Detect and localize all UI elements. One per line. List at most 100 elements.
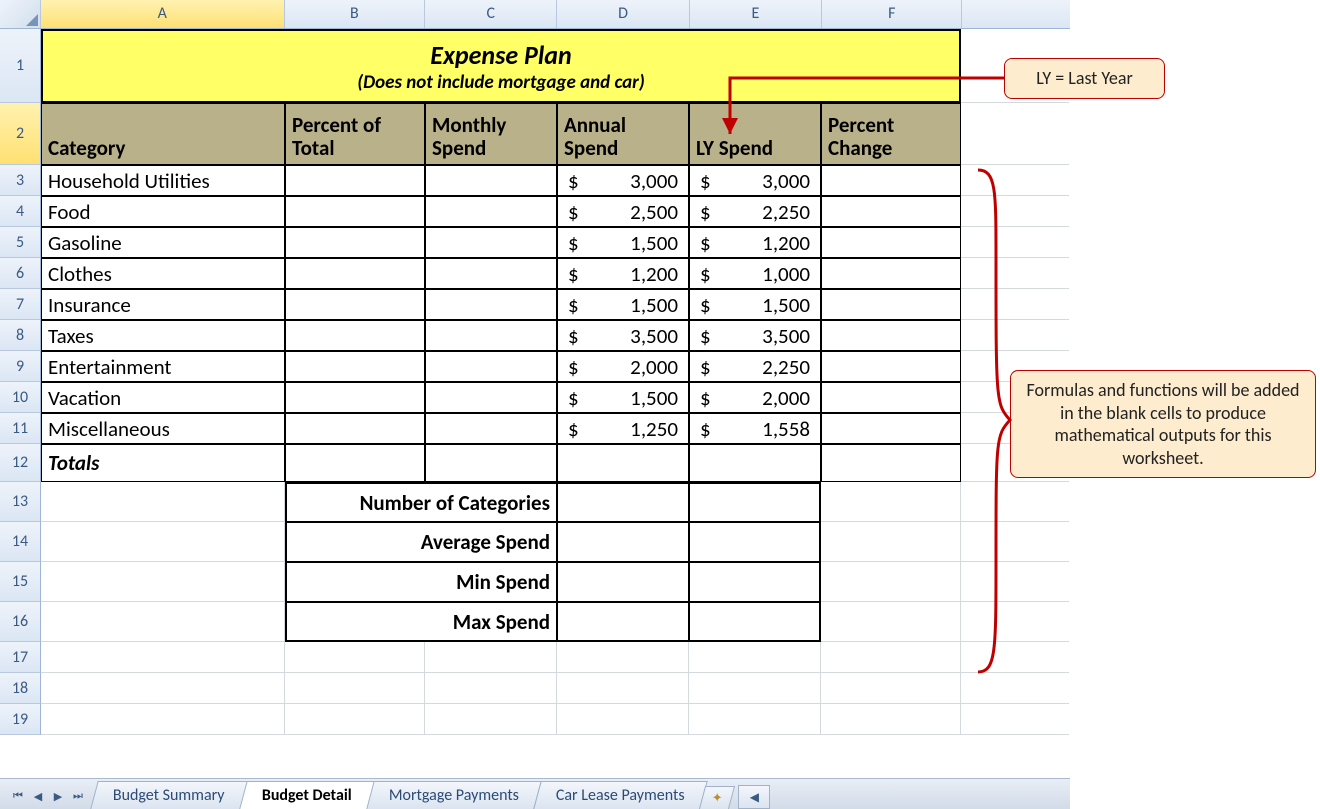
row-header-2[interactable]: 2 bbox=[0, 103, 41, 165]
row-header-10[interactable]: 10 bbox=[0, 382, 41, 413]
cell-F13[interactable] bbox=[821, 482, 961, 522]
cell-ly-spend[interactable]: $1,200 bbox=[689, 227, 821, 258]
cell-E18[interactable] bbox=[689, 673, 821, 704]
cell-C18[interactable] bbox=[425, 673, 557, 704]
cell-C17[interactable] bbox=[425, 642, 557, 673]
tab-nav-last-icon[interactable]: ⏭ bbox=[70, 788, 86, 804]
cell-annual-spend[interactable]: $3,500 bbox=[557, 320, 689, 351]
cell-monthly-spend[interactable] bbox=[425, 413, 557, 444]
hdr-ly-spend[interactable]: LY Spend bbox=[689, 103, 821, 165]
cell-annual-spend[interactable]: $3,000 bbox=[557, 165, 689, 196]
cell-F18[interactable] bbox=[821, 673, 961, 704]
cell-A15[interactable] bbox=[41, 562, 285, 602]
cell-percent-change[interactable] bbox=[821, 196, 961, 227]
cell-G14[interactable] bbox=[961, 522, 1069, 562]
hdr-monthly-spend[interactable]: Monthly Spend bbox=[425, 103, 557, 165]
cell-percent-change[interactable] bbox=[821, 413, 961, 444]
hdr-percent-of-total[interactable]: Percent of Total bbox=[285, 103, 425, 165]
cell-A16[interactable] bbox=[41, 602, 285, 642]
cell-category[interactable]: Vacation bbox=[41, 382, 285, 413]
select-all-corner[interactable] bbox=[0, 0, 41, 28]
hdr-annual-spend[interactable]: Annual Spend bbox=[557, 103, 689, 165]
cell-monthly-spend[interactable] bbox=[425, 227, 557, 258]
cell-ly-spend[interactable]: $1,000 bbox=[689, 258, 821, 289]
cell-annual-spend[interactable]: $1,250 bbox=[557, 413, 689, 444]
cell-G13[interactable] bbox=[961, 482, 1069, 522]
cell-G4[interactable] bbox=[961, 196, 1069, 227]
cell-monthly-spend[interactable] bbox=[425, 289, 557, 320]
col-header-B[interactable]: B bbox=[285, 0, 425, 28]
cell-A19[interactable] bbox=[41, 704, 285, 735]
cell-G17[interactable] bbox=[961, 642, 1069, 673]
row-header-1[interactable]: 1 bbox=[0, 29, 41, 103]
cell-category[interactable]: Insurance bbox=[41, 289, 285, 320]
cell-A18[interactable] bbox=[41, 673, 285, 704]
col-header-E[interactable]: E bbox=[690, 0, 822, 28]
cell-annual-spend[interactable]: $1,500 bbox=[557, 382, 689, 413]
totals-B[interactable] bbox=[285, 444, 425, 482]
row-header-9[interactable]: 9 bbox=[0, 351, 41, 382]
tab-nav-first-icon[interactable]: ⏮ bbox=[10, 788, 26, 804]
totals-E[interactable] bbox=[689, 444, 821, 482]
row-header-15[interactable]: 15 bbox=[0, 562, 41, 602]
cell-percent-change[interactable] bbox=[821, 289, 961, 320]
hdr-category[interactable]: Category bbox=[41, 103, 285, 165]
sheet-tab[interactable]: Budget Summary bbox=[90, 781, 247, 809]
row-header-6[interactable]: 6 bbox=[0, 258, 41, 289]
totals-D[interactable] bbox=[557, 444, 689, 482]
cell-G6[interactable] bbox=[961, 258, 1069, 289]
cell-monthly-spend[interactable] bbox=[425, 320, 557, 351]
cell-G7[interactable] bbox=[961, 289, 1069, 320]
cell-F16[interactable] bbox=[821, 602, 961, 642]
summary-label-max[interactable]: Max Spend bbox=[285, 602, 557, 642]
cell-annual-spend[interactable]: $1,200 bbox=[557, 258, 689, 289]
cell-category[interactable]: Household Utilities bbox=[41, 165, 285, 196]
row-header-18[interactable]: 18 bbox=[0, 673, 41, 704]
sheet-tab[interactable]: Budget Detail bbox=[239, 781, 374, 809]
cell-C19[interactable] bbox=[425, 704, 557, 735]
row-header-11[interactable]: 11 bbox=[0, 413, 41, 444]
cell-percent-of-total[interactable] bbox=[285, 165, 425, 196]
sheet-tab[interactable]: Car Lease Payments bbox=[533, 781, 707, 809]
row-header-16[interactable]: 16 bbox=[0, 602, 41, 642]
totals-label[interactable]: Totals bbox=[41, 444, 285, 482]
summary-value-min-D[interactable] bbox=[557, 562, 689, 602]
cell-percent-change[interactable] bbox=[821, 320, 961, 351]
new-sheet-icon[interactable]: ✦ bbox=[699, 786, 735, 809]
row-header-14[interactable]: 14 bbox=[0, 522, 41, 562]
cell-F17[interactable] bbox=[821, 642, 961, 673]
cell-B19[interactable] bbox=[285, 704, 425, 735]
cell-percent-of-total[interactable] bbox=[285, 320, 425, 351]
cell-ly-spend[interactable]: $3,500 bbox=[689, 320, 821, 351]
cell-monthly-spend[interactable] bbox=[425, 351, 557, 382]
cell-category[interactable]: Entertainment bbox=[41, 351, 285, 382]
cell-G16[interactable] bbox=[961, 602, 1069, 642]
col-header-A[interactable]: A bbox=[41, 0, 285, 28]
cell-monthly-spend[interactable] bbox=[425, 196, 557, 227]
cell-ly-spend[interactable]: $1,558 bbox=[689, 413, 821, 444]
cell-ly-spend[interactable]: $2,250 bbox=[689, 196, 821, 227]
cell-percent-of-total[interactable] bbox=[285, 351, 425, 382]
title-cell[interactable]: Expense Plan (Does not include mortgage … bbox=[41, 29, 961, 103]
cell-ly-spend[interactable]: $2,250 bbox=[689, 351, 821, 382]
summary-value-avg-E[interactable] bbox=[689, 522, 821, 562]
totals-F[interactable] bbox=[821, 444, 961, 482]
cell-annual-spend[interactable]: $1,500 bbox=[557, 289, 689, 320]
cell-annual-spend[interactable]: $1,500 bbox=[557, 227, 689, 258]
cell-annual-spend[interactable]: $2,500 bbox=[557, 196, 689, 227]
cell-percent-change[interactable] bbox=[821, 258, 961, 289]
cell-category[interactable]: Taxes bbox=[41, 320, 285, 351]
cell-percent-of-total[interactable] bbox=[285, 413, 425, 444]
summary-value-avg-D[interactable] bbox=[557, 522, 689, 562]
row-header-19[interactable]: 19 bbox=[0, 704, 41, 735]
summary-value-numcat-D[interactable] bbox=[557, 482, 689, 522]
cell-F15[interactable] bbox=[821, 562, 961, 602]
summary-label-min[interactable]: Min Spend bbox=[285, 562, 557, 602]
cell-category[interactable]: Miscellaneous bbox=[41, 413, 285, 444]
cell-percent-change[interactable] bbox=[821, 351, 961, 382]
cell-ly-spend[interactable]: $1,500 bbox=[689, 289, 821, 320]
cell-percent-of-total[interactable] bbox=[285, 258, 425, 289]
cell-D19[interactable] bbox=[557, 704, 689, 735]
cell-annual-spend[interactable]: $2,000 bbox=[557, 351, 689, 382]
row-header-4[interactable]: 4 bbox=[0, 196, 41, 227]
